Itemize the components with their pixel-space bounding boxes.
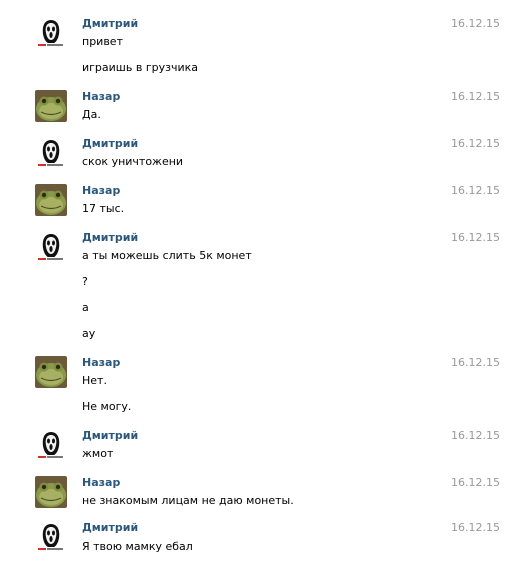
frog-icon — [35, 184, 67, 216]
author-name[interactable]: Дмитрий — [82, 17, 138, 30]
message-date[interactable]: 16.12.15 — [451, 521, 500, 534]
avatar[interactable] — [35, 90, 67, 122]
message-text: жмот — [82, 447, 114, 460]
message-text: привет — [82, 35, 123, 48]
avatar[interactable] — [35, 17, 67, 49]
message-date[interactable]: 16.12.15 — [451, 476, 500, 489]
frog-icon — [35, 90, 67, 122]
message-text: ? — [82, 275, 88, 288]
message-date[interactable]: 16.12.15 — [451, 231, 500, 244]
author-name[interactable]: Дмитрий — [82, 429, 138, 442]
avatar[interactable] — [35, 521, 67, 553]
message-text: Да. — [82, 108, 101, 121]
author-name[interactable]: Дмитрий — [82, 137, 138, 150]
message-text: не знакомым лицам не даю монеты. — [82, 494, 294, 507]
frog-icon — [35, 356, 67, 388]
scream-mask-icon — [35, 429, 67, 461]
message-date[interactable]: 16.12.15 — [451, 184, 500, 197]
author-name[interactable]: Назар — [82, 476, 120, 489]
message-date[interactable]: 16.12.15 — [451, 90, 500, 103]
avatar[interactable] — [35, 137, 67, 169]
avatar[interactable] — [35, 476, 67, 508]
avatar[interactable] — [35, 429, 67, 461]
message-text: а ты можешь слить 5к монет — [82, 249, 252, 262]
message-text: скок уничтожени — [82, 155, 184, 168]
author-name[interactable]: Назар — [82, 184, 120, 197]
message-text: Я твою мамку ебал — [82, 540, 193, 553]
scream-mask-icon — [35, 137, 67, 169]
author-name[interactable]: Назар — [82, 356, 120, 369]
message-date[interactable]: 16.12.15 — [451, 137, 500, 150]
author-name[interactable]: Назар — [82, 90, 120, 103]
avatar[interactable] — [35, 184, 67, 216]
message-text: Не могу. — [82, 400, 132, 413]
author-name[interactable]: Дмитрий — [82, 521, 138, 534]
scream-mask-icon — [35, 231, 67, 263]
message-text: играишь в грузчика — [82, 61, 198, 74]
scream-mask-icon — [35, 521, 67, 553]
message-date[interactable]: 16.12.15 — [451, 17, 500, 30]
message-text: Нет. — [82, 374, 107, 387]
message-date[interactable]: 16.12.15 — [451, 429, 500, 442]
author-name[interactable]: Дмитрий — [82, 231, 138, 244]
message-text: 17 тыс. — [82, 202, 125, 215]
message-text: а — [82, 301, 89, 314]
avatar[interactable] — [35, 231, 67, 263]
message-date[interactable]: 16.12.15 — [451, 356, 500, 369]
scream-mask-icon — [35, 17, 67, 49]
frog-icon — [35, 476, 67, 508]
message-text: ау — [82, 327, 96, 340]
avatar[interactable] — [35, 356, 67, 388]
